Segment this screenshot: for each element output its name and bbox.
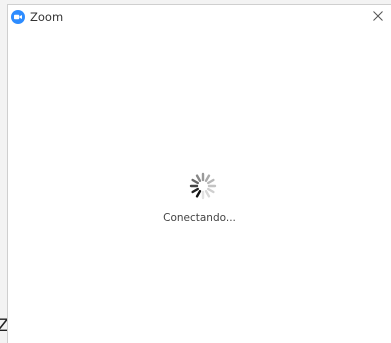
spinner-tick <box>195 189 202 198</box>
title-bar[interactable]: Zoom <box>8 5 391 29</box>
spinner-tick <box>191 187 200 194</box>
status-text: Conectando... <box>163 212 236 224</box>
window-title: Zoom <box>30 10 64 24</box>
spinner-tick <box>204 189 211 198</box>
close-button[interactable] <box>365 5 391 27</box>
spinner-tick <box>195 174 202 183</box>
spinner-tick <box>206 187 215 194</box>
zoom-logo-icon <box>11 10 25 24</box>
zoom-connecting-window: Zoom Conectando... <box>7 4 391 343</box>
close-icon <box>373 11 383 21</box>
loading-spinner-icon <box>189 172 217 200</box>
spinner-tick <box>206 178 215 185</box>
spinner-tick <box>191 178 200 185</box>
window-content: Conectando... <box>8 29 391 343</box>
spinner-tick <box>204 174 211 183</box>
